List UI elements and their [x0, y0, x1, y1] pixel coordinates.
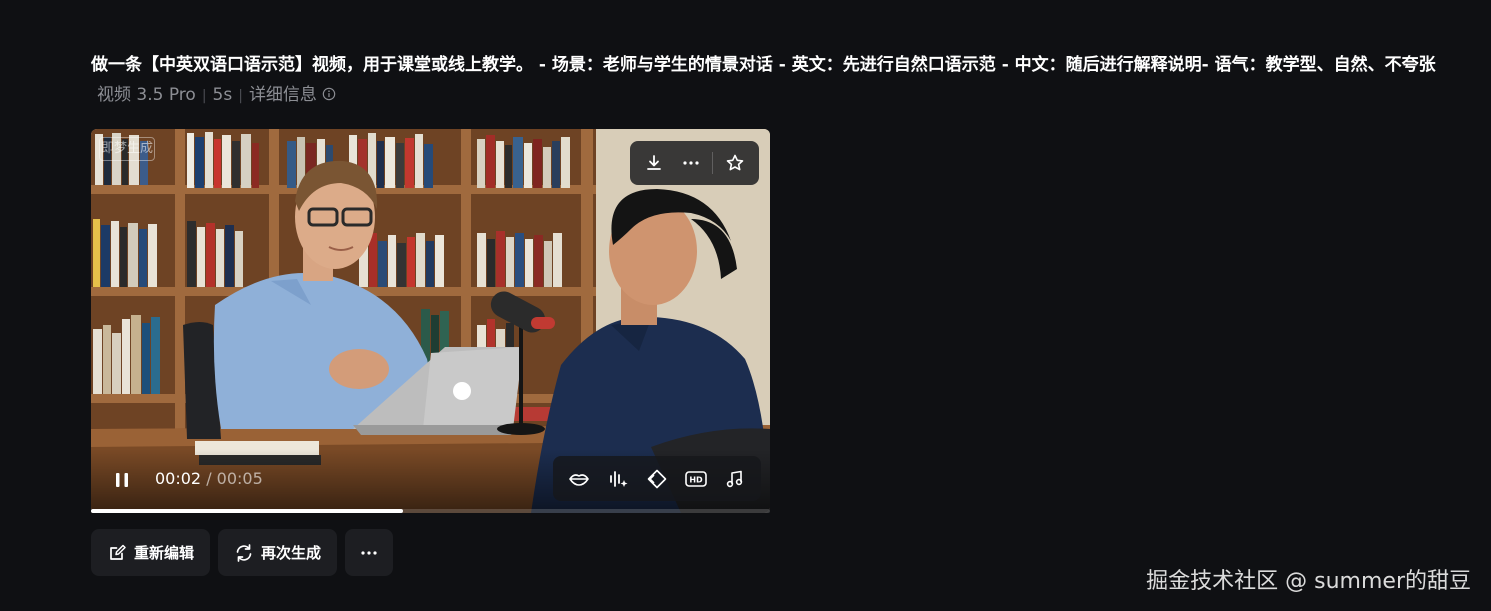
favorite-button[interactable] — [720, 148, 750, 178]
more-icon — [361, 550, 377, 555]
refresh-icon — [236, 543, 252, 562]
video-top-toolbar — [630, 141, 759, 185]
download-icon — [647, 155, 662, 170]
lip-sync-icon — [568, 473, 589, 486]
music-button[interactable] — [720, 464, 750, 494]
more-icon — [683, 161, 699, 165]
more-options-button[interactable] — [676, 148, 706, 178]
video-progress-bar[interactable] — [91, 509, 770, 513]
lip-sync-button[interactable] — [564, 464, 594, 494]
re-edit-button[interactable]: 重新编辑 — [91, 529, 211, 576]
model-label: 视频 3.5 Pro — [97, 85, 196, 105]
details-link[interactable]: 详细信息 — [249, 85, 317, 105]
video-watermark: 即梦生成 — [99, 137, 155, 161]
toolbar-divider — [712, 152, 714, 174]
video-player[interactable]: 即梦生成 00:02 / 00:05 HD — [91, 129, 770, 513]
regenerate-label: 再次生成 — [261, 544, 322, 562]
action-bar: 重新编辑 再次生成 — [91, 529, 394, 576]
site-watermark: 掘金技术社区 @ summer的甜豆 — [1146, 569, 1471, 594]
frame-button[interactable] — [642, 464, 672, 494]
regenerate-button[interactable]: 再次生成 — [218, 529, 338, 576]
video-progress-fill — [91, 509, 404, 513]
hd-icon: HD — [685, 470, 707, 487]
pause-button[interactable] — [111, 469, 133, 491]
pause-icon — [116, 473, 128, 487]
audio-wave-button[interactable] — [603, 464, 633, 494]
star-icon — [726, 154, 744, 171]
re-edit-label: 重新编辑 — [134, 544, 195, 562]
prompt-text: 做一条【中英双语口语示范】视频，用于课堂或线上教学。 - 场景：老师与学生的情景… — [91, 55, 1436, 75]
download-button[interactable] — [639, 148, 669, 178]
video-bottom-toolbar: HD — [553, 456, 761, 501]
time-display: 00:02 / 00:05 — [155, 469, 263, 488]
edit-icon — [110, 544, 126, 560]
audio-wave-icon — [609, 470, 628, 487]
page: 做一条【中英双语口语示范】视频，用于课堂或线上教学。 - 场景：老师与学生的情景… — [0, 0, 1491, 611]
music-icon — [727, 470, 743, 487]
hd-button[interactable]: HD — [681, 464, 711, 494]
current-time: 00:02 — [155, 469, 202, 488]
svg-text:HD: HD — [689, 475, 703, 484]
total-time: 00:05 — [216, 469, 263, 488]
frame-icon — [647, 469, 667, 488]
prompt-block: 做一条【中英双语口语示范】视频，用于课堂或线上教学。 - 场景：老师与学生的情景… — [91, 50, 1441, 111]
duration-label: 5s — [212, 85, 233, 105]
more-actions-button[interactable] — [345, 529, 394, 576]
info-icon[interactable] — [322, 87, 336, 101]
meta-divider: | — [201, 88, 207, 104]
meta-divider: | — [238, 88, 243, 104]
